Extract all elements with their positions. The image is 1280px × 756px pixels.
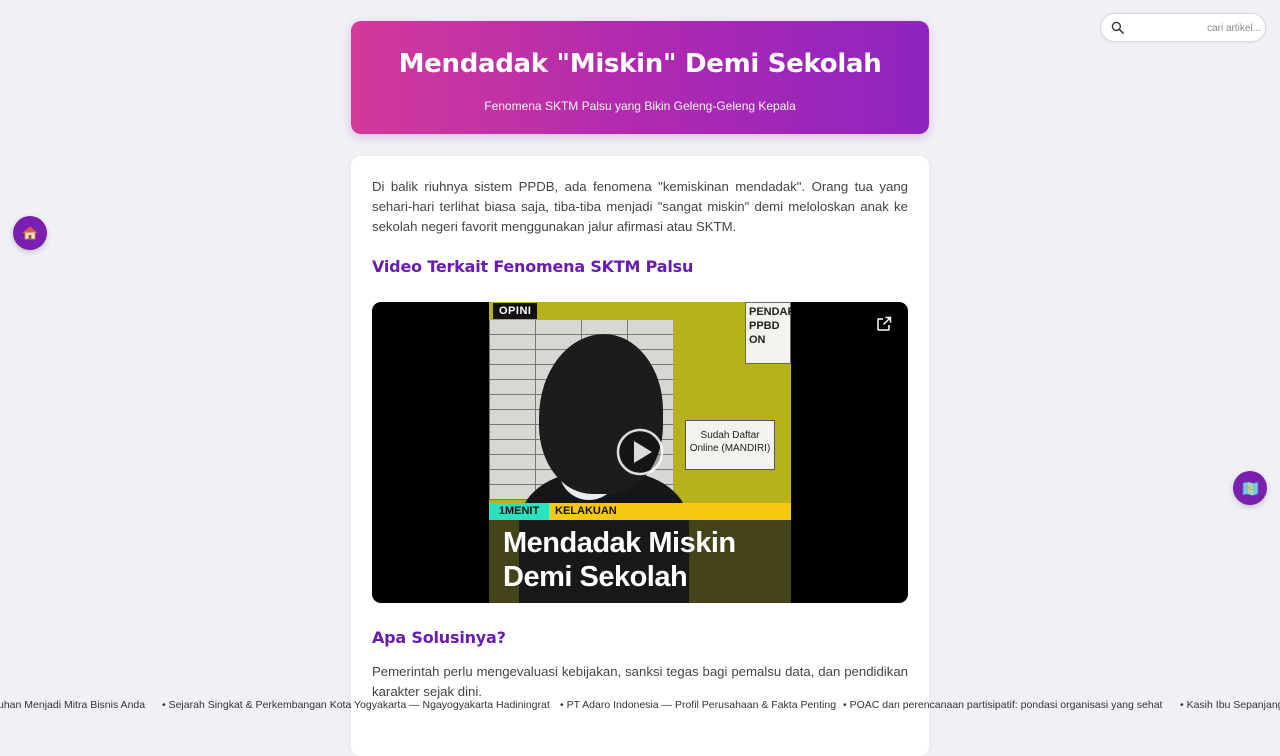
map-icon: [1242, 481, 1258, 496]
video-title-line-2: Demi Sekolah: [503, 561, 688, 593]
ticker-item[interactable]: • POAC dan perencanaan partisipatif: pon…: [843, 699, 1162, 711]
search-box[interactable]: [1100, 13, 1267, 42]
external-link-icon[interactable]: [876, 316, 892, 332]
video-heading: Video Terkait Fenomena SKTM Palsu: [372, 257, 694, 276]
video-title-overlay: Mendadak Miskin Demi Sekolah: [489, 520, 791, 603]
notice-sign: PENDAF PPBD ON: [745, 302, 791, 364]
ticker-item[interactable]: uhan Menjadi Mitra Bisnis Anda: [0, 699, 145, 711]
tag-1menit: 1MENIT: [489, 503, 549, 520]
article-header: Mendadak "Miskin" Demi Sekolah Fenomena …: [351, 21, 929, 134]
video-embed[interactable]: PENDAF PPBD ON Sudah Daftar Online (MAND…: [372, 302, 908, 603]
tag-bar: 1MENIT KELAKUAN: [489, 503, 791, 520]
ticker-item[interactable]: • Kasih Ibu Sepanjang: [1180, 699, 1280, 711]
house-icon: [22, 226, 38, 240]
search-icon: [1111, 21, 1124, 34]
article-card: Di balik riuhnya sistem PPDB, ada fenome…: [351, 156, 929, 756]
play-icon[interactable]: [616, 428, 664, 476]
ticker-item[interactable]: • Sejarah Singkat & Perkembangan Kota Yo…: [162, 699, 550, 711]
page-title: Mendadak "Miskin" Demi Sekolah: [398, 49, 882, 79]
intro-paragraph: Di balik riuhnya sistem PPDB, ada fenome…: [372, 179, 908, 234]
solution-heading: Apa Solusinya?: [372, 628, 506, 647]
tag-kelakuan: KELAKUAN: [555, 505, 617, 517]
news-ticker: uhan Menjadi Mitra Bisnis Anda • Sejarah…: [0, 697, 1280, 715]
page-subtitle: Fenomena SKTM Palsu yang Bikin Geleng-Ge…: [484, 99, 796, 113]
search-input[interactable]: [1131, 18, 1267, 39]
home-button[interactable]: [13, 216, 47, 250]
registration-sign: Sudah Daftar Online (MANDIRI): [685, 420, 775, 470]
video-title-line-1: Mendadak Miskin: [503, 527, 736, 559]
channel-logo: OPINI: [493, 303, 538, 319]
map-button[interactable]: [1233, 471, 1267, 505]
ticker-item[interactable]: • PT Adaro Indonesia — Profil Perusahaan…: [560, 699, 836, 711]
solution-paragraph: Pemerintah perlu mengevaluasi kebijakan,…: [372, 664, 908, 699]
